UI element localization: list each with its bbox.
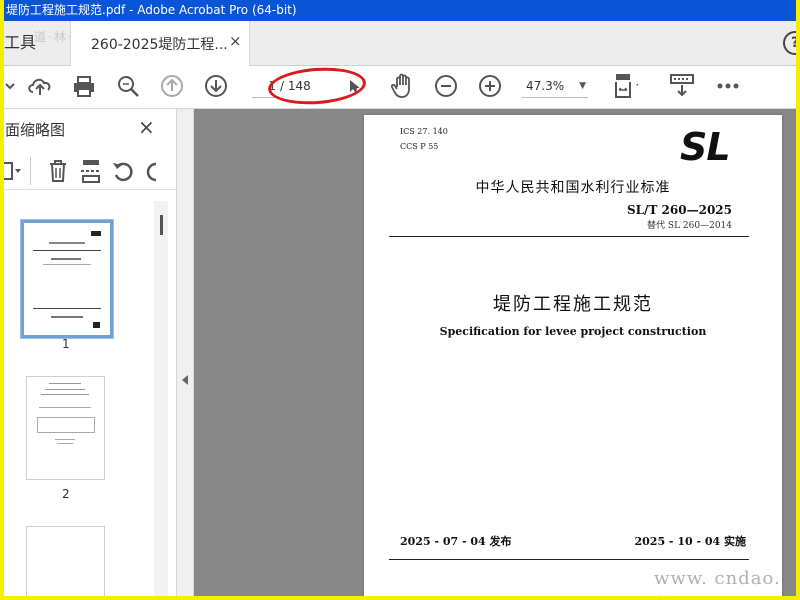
thumbnail-page-2[interactable] [26,376,105,480]
collapse-arrow-icon[interactable] [182,375,188,385]
sidebar-toolbar [4,153,176,190]
window-title: 堤防工程施工规范.pdf - Adobe Acrobat Pro (64-bit… [6,3,297,17]
print-icon[interactable] [70,72,98,100]
rotate-cw-icon[interactable] [144,160,166,186]
document-title-cn: 堤防工程施工规范 [493,294,653,315]
thumbnail-page-3[interactable] [26,526,105,596]
sidebar-title: 页面缩略图 [4,121,66,139]
tab-document[interactable]: 260-2025堤防工程... × [70,21,250,66]
delete-page-icon[interactable] [48,159,68,187]
ics-code: ICS 27. 140 [400,127,448,136]
sl-logo: SL [680,125,731,169]
zoom-out-icon[interactable] [432,72,460,100]
thumbnail-label: 2 [62,487,70,501]
pointer-icon[interactable] [346,72,360,100]
thumbnail-label: 1 [62,337,70,351]
hand-icon[interactable] [388,72,416,100]
sidebar-collapse-strip[interactable] [177,109,194,596]
document-viewer: ICS 27. 140 CCS P 55 SL 中华人民共和国水利行业标准 SL… [194,109,796,596]
tab-bar: 工具 道·林·网 260-2025堤防工程... × ? [4,21,796,66]
thumbnail-options-icon[interactable] [4,161,22,185]
tab-document-label: 260-2025堤防工程... [91,37,228,53]
pdf-page: ICS 27. 140 CCS P 55 SL 中华人民共和国水利行业标准 SL… [364,115,782,596]
main-toolbar: 1 / 148 47.3% ▼ [4,64,796,109]
effective-date: 2025 - 10 - 04 实施 [634,535,746,548]
page-down-icon[interactable] [202,72,230,100]
more-icon[interactable] [714,72,742,100]
zoom-caret-icon: ▼ [579,81,586,91]
page-up-icon[interactable] [158,72,186,100]
thumbnail-page-1[interactable] [21,220,113,338]
upload-cloud-icon[interactable] [26,72,54,100]
ccs-code: CCS P 55 [400,142,439,151]
sidebar-scrollbar[interactable] [154,201,168,596]
sidebar-close-icon[interactable]: × [138,115,155,139]
tab-close-icon[interactable]: × [229,32,242,50]
sidebar-divider [30,157,31,185]
publish-date: 2025 - 07 - 04 发布 [400,535,512,548]
header-rule [389,236,749,237]
zoom-value: 47.3% [526,79,565,93]
scroll-mode-icon[interactable] [668,72,696,100]
help-icon[interactable]: ? [783,31,796,55]
zoom-search-icon[interactable] [114,72,142,100]
footer-rule [389,559,749,560]
acrobat-window: 堤防工程施工规范.pdf - Adobe Acrobat Pro (64-bit… [4,0,796,596]
zoom-in-icon[interactable] [476,72,504,100]
replaces-note: 替代 SL 260—2014 [647,221,732,231]
rotate-ccw-icon[interactable] [112,160,134,186]
document-title-en: Specification for levee project construc… [439,325,707,338]
chevron-down-icon[interactable] [4,72,24,100]
title-bar: 堤防工程施工规范.pdf - Adobe Acrobat Pro (64-bit… [4,0,796,21]
zoom-select[interactable]: 47.3% ▼ [522,75,588,98]
tab-tools[interactable]: 工具 [4,21,36,65]
fit-page-icon[interactable] [610,72,638,100]
sidebar-scroll-thumb[interactable] [160,215,163,235]
insert-page-icon[interactable] [80,159,102,187]
standard-org: 中华人民共和国水利行业标准 [475,180,671,196]
standard-code: SL/T 260—2025 [626,203,732,217]
site-watermark: www. cndao. co [654,568,781,596]
page-thumbnails-panel: 页面缩略图 × [4,109,177,596]
